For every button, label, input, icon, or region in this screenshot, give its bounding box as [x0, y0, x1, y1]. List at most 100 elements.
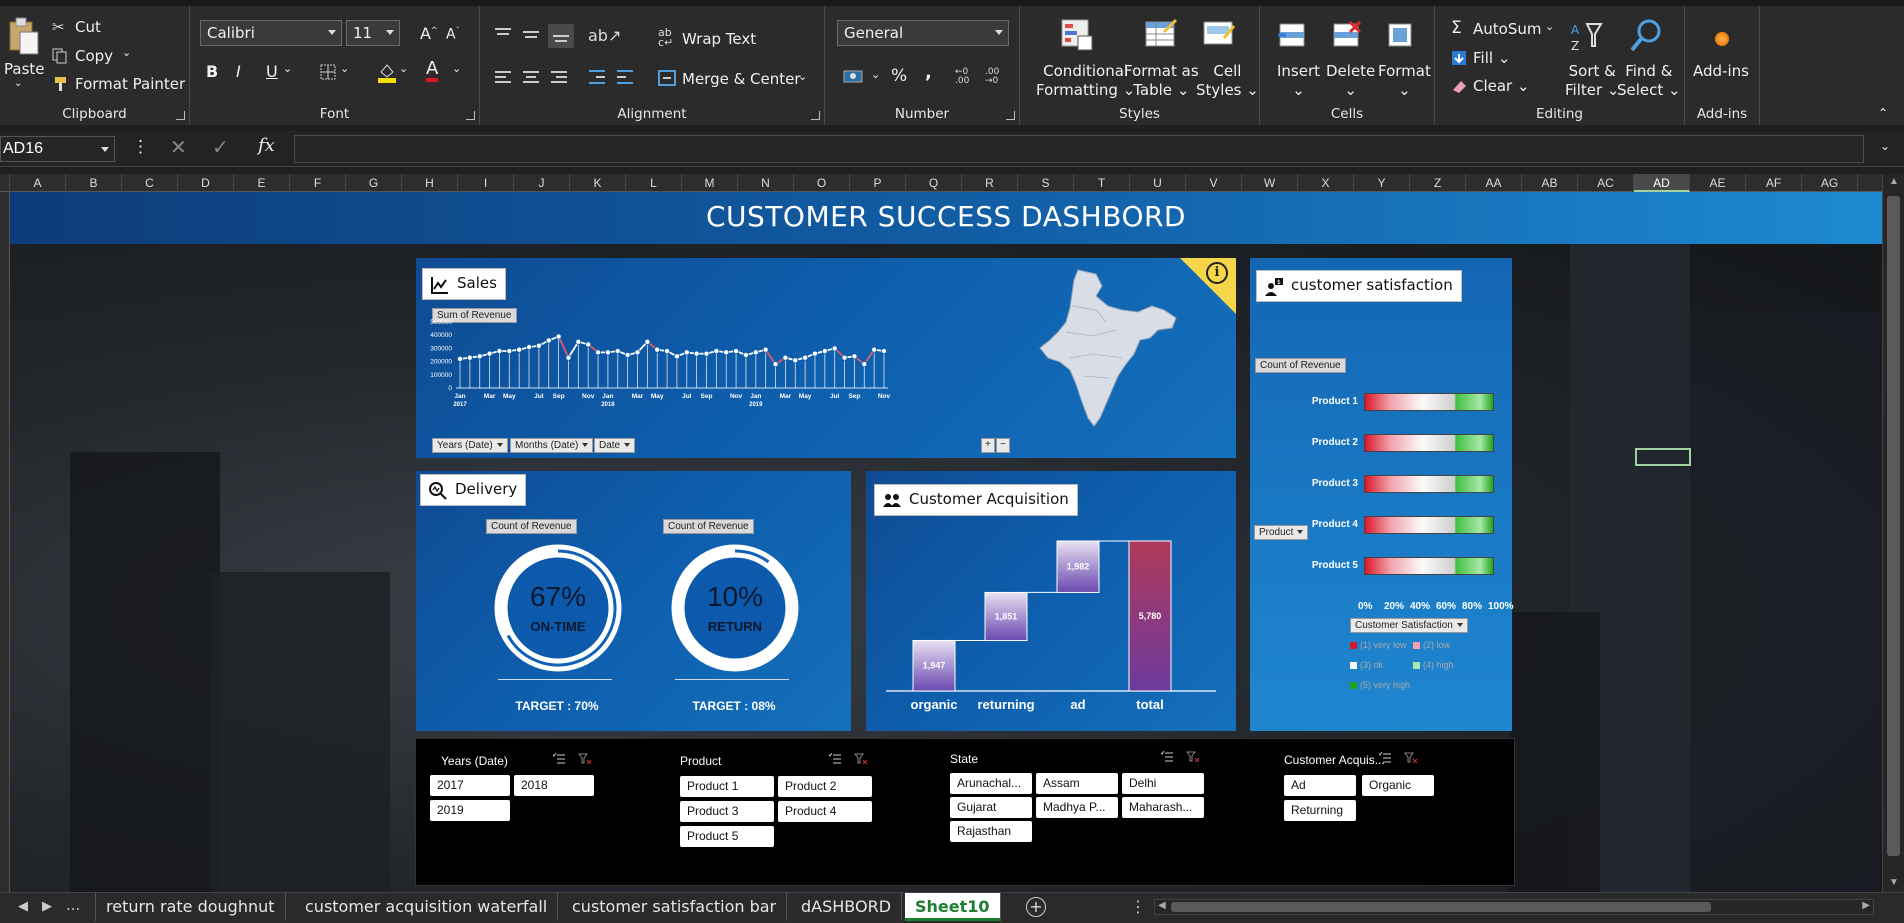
years-date-filter[interactable]: Years (Date)	[432, 438, 508, 453]
slicer-state-rajasthan[interactable]: Rajasthan	[950, 821, 1032, 842]
slicer-year-2017[interactable]: 2017	[430, 775, 510, 796]
align-right-icon[interactable]	[550, 70, 568, 84]
scroll-down-icon[interactable]: ▼	[1889, 877, 1899, 888]
copy-button[interactable]: Copy	[75, 47, 113, 65]
font-name-dropdown[interactable]: Calibri	[200, 20, 342, 46]
slicer-state-gujarat[interactable]: Gujarat	[950, 797, 1032, 818]
cut-button[interactable]: Cut	[75, 18, 101, 36]
cell-styles-icon[interactable]	[1202, 18, 1236, 52]
fill-icon[interactable]	[1451, 50, 1467, 66]
formula-bar-menu-icon[interactable]: ⋮	[132, 137, 149, 157]
column-header[interactable]: I	[458, 174, 514, 192]
legend-item[interactable]: (2) low	[1413, 640, 1450, 650]
scroll-up-icon[interactable]: ▲	[1889, 176, 1899, 187]
legend-item[interactable]: (3) ok	[1350, 660, 1383, 670]
clear-icon[interactable]	[1451, 78, 1467, 94]
number-launcher[interactable]	[1006, 111, 1015, 120]
prev-sheet-icon[interactable]: ◀	[18, 899, 28, 914]
column-header[interactable]: AB	[1522, 174, 1578, 192]
add-sheet-button[interactable]: +	[1026, 897, 1046, 917]
align-top-icon[interactable]	[494, 28, 512, 42]
column-header[interactable]: H	[402, 174, 458, 192]
column-header[interactable]: AC	[1578, 174, 1634, 192]
column-header[interactable]: Z	[1410, 174, 1466, 192]
orientation-icon[interactable]: ab↗	[588, 26, 621, 45]
select-all-corner[interactable]	[0, 174, 10, 192]
name-box[interactable]: AD16	[0, 136, 115, 162]
wrap-text-icon[interactable]: ab c↵	[658, 27, 673, 48]
expand-formula-icon[interactable]: ⌄	[1880, 139, 1890, 153]
wrap-text-button[interactable]: Wrap Text	[682, 30, 756, 48]
underline-button[interactable]: U	[266, 62, 278, 81]
align-middle-icon[interactable]	[522, 28, 540, 42]
slicer-product-2[interactable]: Product 2	[778, 776, 872, 797]
more-sheets-button[interactable]: ...	[66, 896, 80, 914]
cut-icon[interactable]: ✂	[52, 18, 65, 36]
vertical-scrollbar[interactable]: ▲ ▼	[1882, 174, 1904, 892]
slicer-state-delhi[interactable]: Delhi	[1122, 773, 1204, 794]
column-header[interactable]: O	[794, 174, 850, 192]
shrink-font-button[interactable]: Aˇ	[446, 26, 460, 43]
column-header[interactable]: Y	[1354, 174, 1410, 192]
column-header[interactable]: J	[514, 174, 570, 192]
align-bottom-icon[interactable]	[548, 24, 574, 48]
format-as-table-button[interactable]: Format as Table ⌄	[1124, 62, 1199, 100]
collapse-ribbon-icon[interactable]: ⌃	[1878, 106, 1888, 120]
date-filter[interactable]: Date	[594, 438, 636, 453]
tab-options-icon[interactable]: ⋮	[1130, 897, 1146, 916]
scroll-left-icon[interactable]: ◀	[1158, 900, 1166, 911]
font-color-button[interactable]: A	[426, 60, 439, 82]
slicer-acq-organic[interactable]: Organic	[1362, 775, 1434, 796]
clear-button[interactable]: Clear ⌄	[1473, 77, 1530, 95]
autosum-button[interactable]: AutoSum	[1473, 20, 1541, 38]
column-header[interactable]: AE	[1690, 174, 1746, 192]
multi-select-icon[interactable]	[1378, 752, 1392, 764]
expand-field-button[interactable]: +	[981, 438, 995, 453]
column-header[interactable]: A	[10, 174, 66, 192]
slicer-acq-returning[interactable]: Returning	[1284, 800, 1356, 821]
insert-function-icon[interactable]: fx	[258, 135, 275, 156]
slicer-state-arunachal[interactable]: Arunachal...	[950, 773, 1032, 794]
font-size-dropdown[interactable]: 11	[346, 20, 400, 46]
clear-filter-icon[interactable]	[1186, 751, 1200, 763]
column-header[interactable]: AG	[1802, 174, 1858, 192]
align-center-icon[interactable]	[522, 70, 540, 84]
tab-customer-acquisition-waterfall[interactable]: customer acquisition waterfall	[295, 893, 559, 921]
grow-font-button[interactable]: A^	[420, 24, 438, 43]
satisfaction-field-tag[interactable]: Count of Revenue	[1255, 358, 1346, 373]
legend-item[interactable]: (4) high	[1413, 660, 1454, 670]
slicer-product-5[interactable]: Product 5	[680, 826, 774, 847]
format-painter-icon[interactable]	[53, 76, 69, 92]
fill-color-icon[interactable]	[377, 62, 397, 84]
format-as-table-icon[interactable]	[1144, 18, 1178, 52]
number-format-dropdown[interactable]: General	[837, 20, 1009, 46]
info-icon[interactable]: i	[1206, 262, 1228, 284]
accounting-icon[interactable]	[843, 68, 865, 84]
tab-customer-satisfaction-bar[interactable]: customer satisfaction bar	[562, 893, 788, 921]
slicer-state-assam[interactable]: Assam	[1036, 773, 1118, 794]
column-header[interactable]: C	[122, 174, 178, 192]
slicer-state-maharashtra[interactable]: Maharash...	[1122, 797, 1204, 818]
column-header[interactable]: U	[1130, 174, 1186, 192]
percent-button[interactable]: %	[891, 66, 907, 86]
collapse-field-button[interactable]: −	[996, 438, 1010, 453]
column-header[interactable]: AF	[1746, 174, 1802, 192]
column-header[interactable]: X	[1298, 174, 1354, 192]
column-header[interactable]: T	[1074, 174, 1130, 192]
slicer-product-4[interactable]: Product 4	[778, 801, 872, 822]
column-header[interactable]: Q	[906, 174, 962, 192]
column-header[interactable]: S	[1018, 174, 1074, 192]
decrease-decimal-icon[interactable]: .00 →0	[985, 68, 999, 86]
increase-indent-icon[interactable]	[616, 70, 634, 84]
multi-select-icon[interactable]	[1160, 751, 1174, 763]
borders-icon[interactable]	[320, 64, 336, 80]
conditional-formatting-icon[interactable]	[1060, 18, 1094, 52]
column-header[interactable]: F	[290, 174, 346, 192]
cell-styles-button[interactable]: Cell Styles ⌄	[1196, 62, 1259, 100]
align-left-icon[interactable]	[494, 70, 512, 84]
horizontal-scrollbar[interactable]: ◀ ▶	[1154, 899, 1874, 915]
find-select-button[interactable]: Find & Select ⌄	[1617, 62, 1681, 100]
paste-icon[interactable]	[6, 16, 40, 56]
clear-filter-icon[interactable]	[854, 753, 868, 765]
column-header[interactable]: D	[178, 174, 234, 192]
